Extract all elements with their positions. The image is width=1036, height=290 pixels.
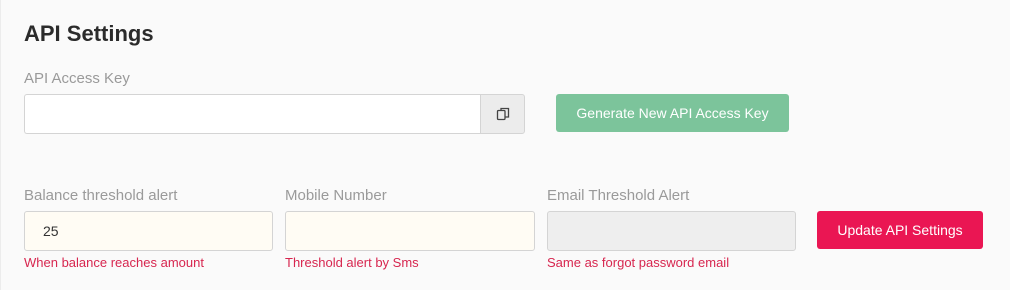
page-title: API Settings: [24, 21, 154, 46]
email-threshold-input[interactable]: [547, 211, 796, 251]
copy-key-button[interactable]: [480, 94, 525, 134]
generate-api-key-button[interactable]: Generate New API Access Key: [556, 94, 789, 132]
email-threshold-label: Email Threshold Alert: [547, 187, 690, 204]
mobile-number-label: Mobile Number: [285, 187, 387, 204]
update-api-settings-button[interactable]: Update API Settings: [817, 211, 983, 249]
balance-threshold-help: When balance reaches amount: [24, 255, 204, 270]
api-access-key-input[interactable]: [24, 94, 481, 134]
balance-threshold-input[interactable]: [24, 211, 273, 251]
api-settings-card: API Settings API Access Key Generate New…: [0, 0, 1010, 290]
mobile-number-help: Threshold alert by Sms: [285, 255, 419, 270]
mobile-number-input[interactable]: [285, 211, 535, 251]
balance-threshold-label: Balance threshold alert: [24, 187, 178, 204]
email-threshold-help: Same as forgot password email: [547, 255, 730, 270]
copy-icon: [496, 107, 509, 121]
api-access-key-label: API Access Key: [24, 70, 130, 87]
